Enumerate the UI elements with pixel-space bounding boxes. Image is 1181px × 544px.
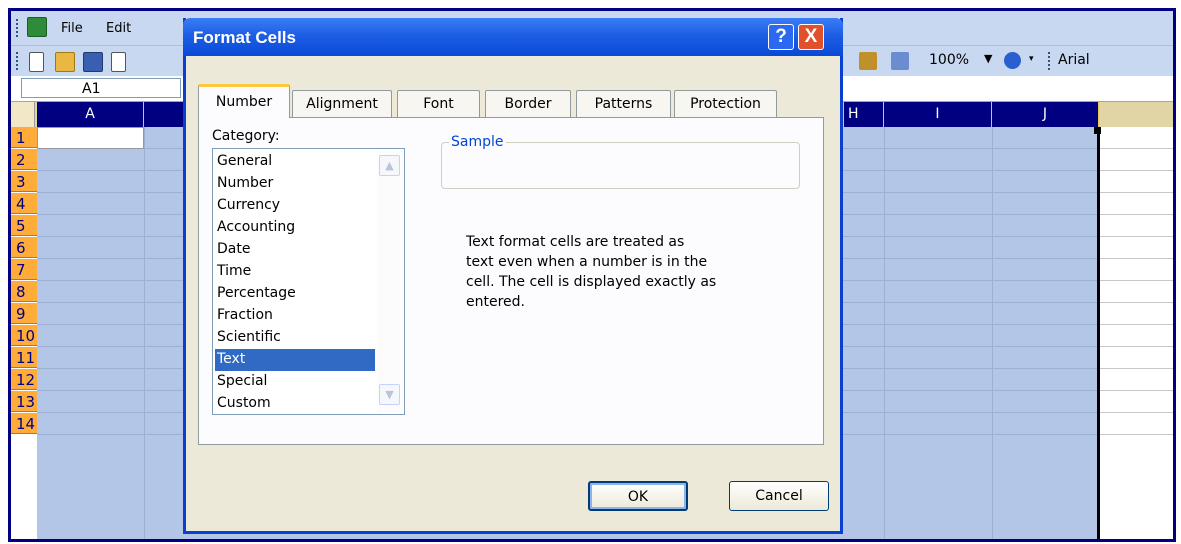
category-scrollbar[interactable]: ▲ ▼ [377,150,403,413]
grid-line [1099,170,1173,171]
category-label: Category: [212,128,280,144]
grid-line [144,127,145,539]
dialog-title: Format Cells [193,28,296,47]
grid-line [884,127,885,539]
cancel-button[interactable]: Cancel [729,481,829,511]
chart-wizard-icon[interactable] [859,52,877,70]
grid-line [1099,368,1173,369]
scroll-down-icon[interactable]: ▼ [379,384,400,405]
toolbar-grip[interactable] [16,19,22,37]
row-header[interactable]: 10 [11,325,37,346]
print-preview-icon[interactable] [111,52,126,72]
row-header[interactable]: 7 [11,259,37,280]
tab-border[interactable]: Border [485,90,571,117]
grid-line [1099,258,1173,259]
selection-border [1097,127,1100,539]
grid-line [1099,280,1173,281]
row-header[interactable]: 9 [11,303,37,324]
tab-alignment[interactable]: Alignment [292,90,392,117]
name-box[interactable]: A1 [21,78,181,98]
grid-line [1099,148,1173,149]
list-item[interactable]: Date [215,239,375,261]
list-item[interactable]: Percentage [215,283,375,305]
tab-patterns[interactable]: Patterns [576,90,671,117]
column-header-h[interactable]: H [844,102,884,127]
format-description: Text format cells are treated as text ev… [466,234,717,310]
grid-line [1099,236,1173,237]
list-item[interactable]: Time [215,261,375,283]
active-cell-a1[interactable] [37,127,144,149]
menu-file[interactable]: File [61,21,83,36]
sample-label: Sample [449,134,506,150]
tab-protection[interactable]: Protection [674,90,777,117]
unselected-cells[interactable] [1099,127,1173,539]
list-item[interactable]: Number [215,173,375,195]
toolbar-grip[interactable] [1048,52,1054,70]
tab-font[interactable]: Font [397,90,480,117]
help-button[interactable]: ? [768,24,794,50]
list-item[interactable]: Custom [215,393,375,415]
row-header[interactable]: 14 [11,413,37,434]
row-header[interactable]: 2 [11,149,37,170]
grid-line [1099,390,1173,391]
tab-number[interactable]: Number [198,84,290,118]
grid-line [1099,346,1173,347]
grid-line [1099,434,1173,435]
close-button[interactable]: X [798,24,824,50]
category-listbox[interactable]: General Number Currency Accounting Date … [212,148,405,415]
ok-button[interactable]: OK [588,481,688,511]
row-header[interactable]: 12 [11,369,37,390]
zoom-value[interactable]: 100% [929,52,969,78]
excel-app-icon[interactable] [27,17,47,37]
grid-line [1099,192,1173,193]
open-folder-icon[interactable] [55,52,75,72]
scroll-up-icon[interactable]: ▲ [379,155,400,176]
toolbar-grip[interactable] [16,52,22,70]
grid-line [1099,214,1173,215]
grid-line [992,127,993,539]
grid-line [1099,302,1173,303]
list-item[interactable]: Accounting [215,217,375,239]
list-item[interactable]: General [215,151,375,173]
column-header-i[interactable]: I [884,102,992,127]
menu-edit[interactable]: Edit [106,21,131,36]
list-item-selected[interactable]: Text [215,349,375,371]
row-header[interactable]: 3 [11,171,37,192]
font-name-box[interactable]: Arial [1058,52,1090,78]
row-header[interactable]: 6 [11,237,37,258]
row-header[interactable]: 4 [11,193,37,214]
save-icon[interactable] [83,52,103,72]
grid-line [1099,324,1173,325]
fill-handle[interactable] [1094,127,1101,134]
list-item[interactable]: Special [215,371,375,393]
new-document-icon[interactable] [29,52,44,72]
help-icon[interactable] [1004,52,1021,69]
list-item[interactable]: Fraction [215,305,375,327]
dialog-titlebar[interactable]: Format Cells ? X [183,18,843,56]
grid-line [1099,412,1173,413]
row-header[interactable]: 8 [11,281,37,302]
row-header[interactable]: 1 [11,127,37,148]
column-header-a[interactable]: A [37,102,144,127]
list-item[interactable]: Scientific [215,327,375,349]
zoom-dropdown-arrow-icon[interactable]: ▼ [984,52,992,78]
list-item[interactable]: Currency [215,195,375,217]
row-header[interactable]: 5 [11,215,37,236]
select-all-corner[interactable] [11,102,35,127]
row-header[interactable]: 11 [11,347,37,368]
row-header[interactable]: 13 [11,391,37,412]
drawing-icon[interactable] [891,52,909,70]
format-cells-dialog: Format Cells ? X Number Alignment Font B… [183,18,843,534]
column-header-j[interactable]: J [992,102,1099,127]
